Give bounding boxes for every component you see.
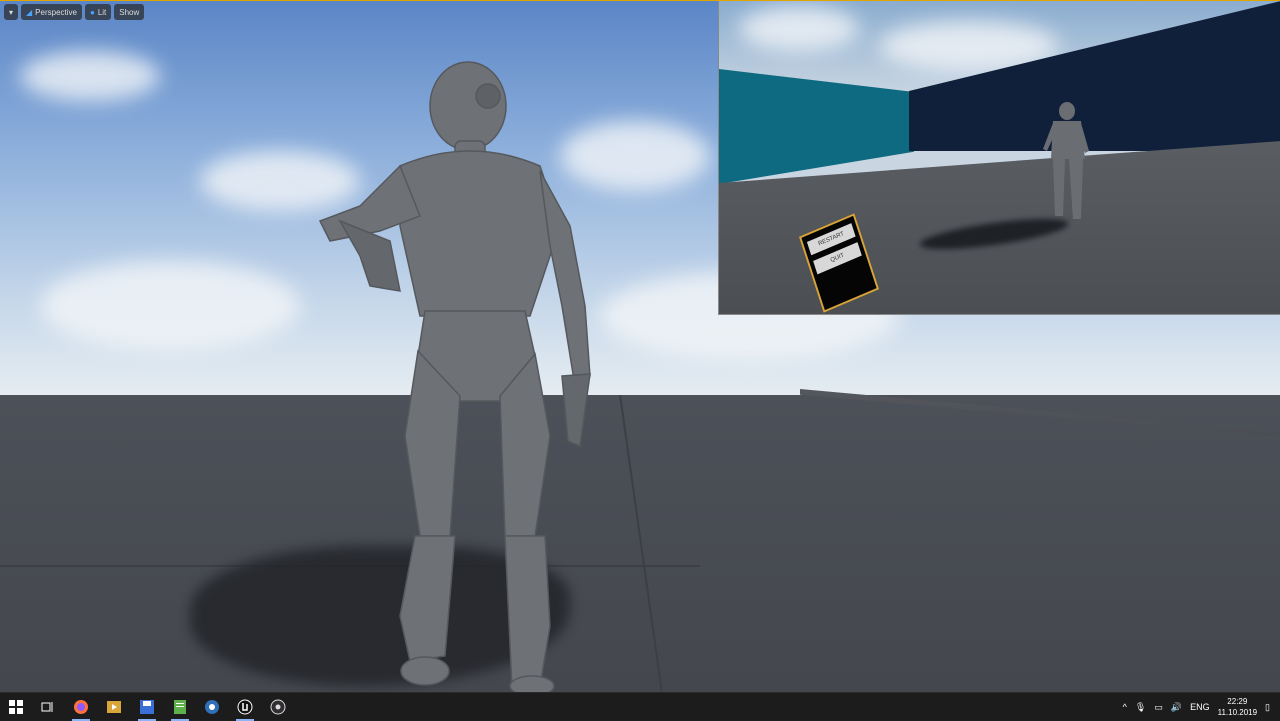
firefox-icon[interactable]	[71, 697, 91, 721]
show-button[interactable]: Show	[114, 4, 145, 20]
microphone-icon[interactable]: 🎙	[1135, 702, 1146, 713]
lit-sphere-icon: ●	[89, 7, 95, 17]
notepad-icon[interactable]	[170, 697, 190, 721]
floor-plane	[0, 389, 1280, 692]
show-label: Show	[119, 7, 140, 17]
language-indicator[interactable]: ENG	[1190, 702, 1210, 712]
teal-wall	[719, 69, 914, 184]
preview-character	[1043, 102, 1089, 219]
system-tray: ^ 🎙 ▭ 🔊 ENG 22:29 11.10.2019 ▯	[1123, 693, 1270, 721]
clock-date: 11.10.2019	[1217, 708, 1258, 717]
clock[interactable]: 22:29 11.10.2019	[1218, 696, 1257, 718]
task-view-icon[interactable]	[38, 697, 58, 717]
main-viewport[interactable]: ▾ ◢ Perspective ● Lit Show RESTART QUIT	[0, 0, 1280, 692]
game-preview-viewport[interactable]: RESTART QUIT	[718, 1, 1280, 315]
windows-taskbar: ^ 🎙 ▭ 🔊 ENG 22:29 11.10.2019 ▯	[0, 692, 1280, 721]
windows-start-icon[interactable]	[6, 697, 26, 717]
perspective-icon: ◢	[26, 7, 33, 17]
lit-button[interactable]: ● Lit	[84, 4, 112, 20]
save-disk-icon[interactable]	[137, 697, 157, 721]
perspective-label: Perspective	[35, 7, 77, 17]
chevron-up-icon[interactable]: ^	[1123, 702, 1127, 712]
network-icon[interactable]: ▭	[1154, 702, 1163, 713]
viewport-toolbar: ▾ ◢ Perspective ● Lit Show	[4, 4, 145, 20]
perspective-button[interactable]: ◢ Perspective	[21, 4, 82, 20]
chevron-down-icon: ▾	[9, 7, 14, 17]
lit-label: Lit	[97, 7, 107, 17]
volume-icon[interactable]: 🔊	[1171, 702, 1182, 713]
notifications-icon[interactable]: ▯	[1265, 702, 1270, 713]
app-circle-icon[interactable]	[202, 697, 222, 717]
obs-icon[interactable]	[268, 697, 288, 717]
clock-time: 22:29	[1227, 697, 1248, 706]
unreal-engine-icon[interactable]	[235, 697, 255, 721]
mannequin-character	[318, 61, 591, 692]
media-player-icon[interactable]	[104, 697, 124, 717]
viewport-options-button[interactable]: ▾	[4, 4, 19, 20]
